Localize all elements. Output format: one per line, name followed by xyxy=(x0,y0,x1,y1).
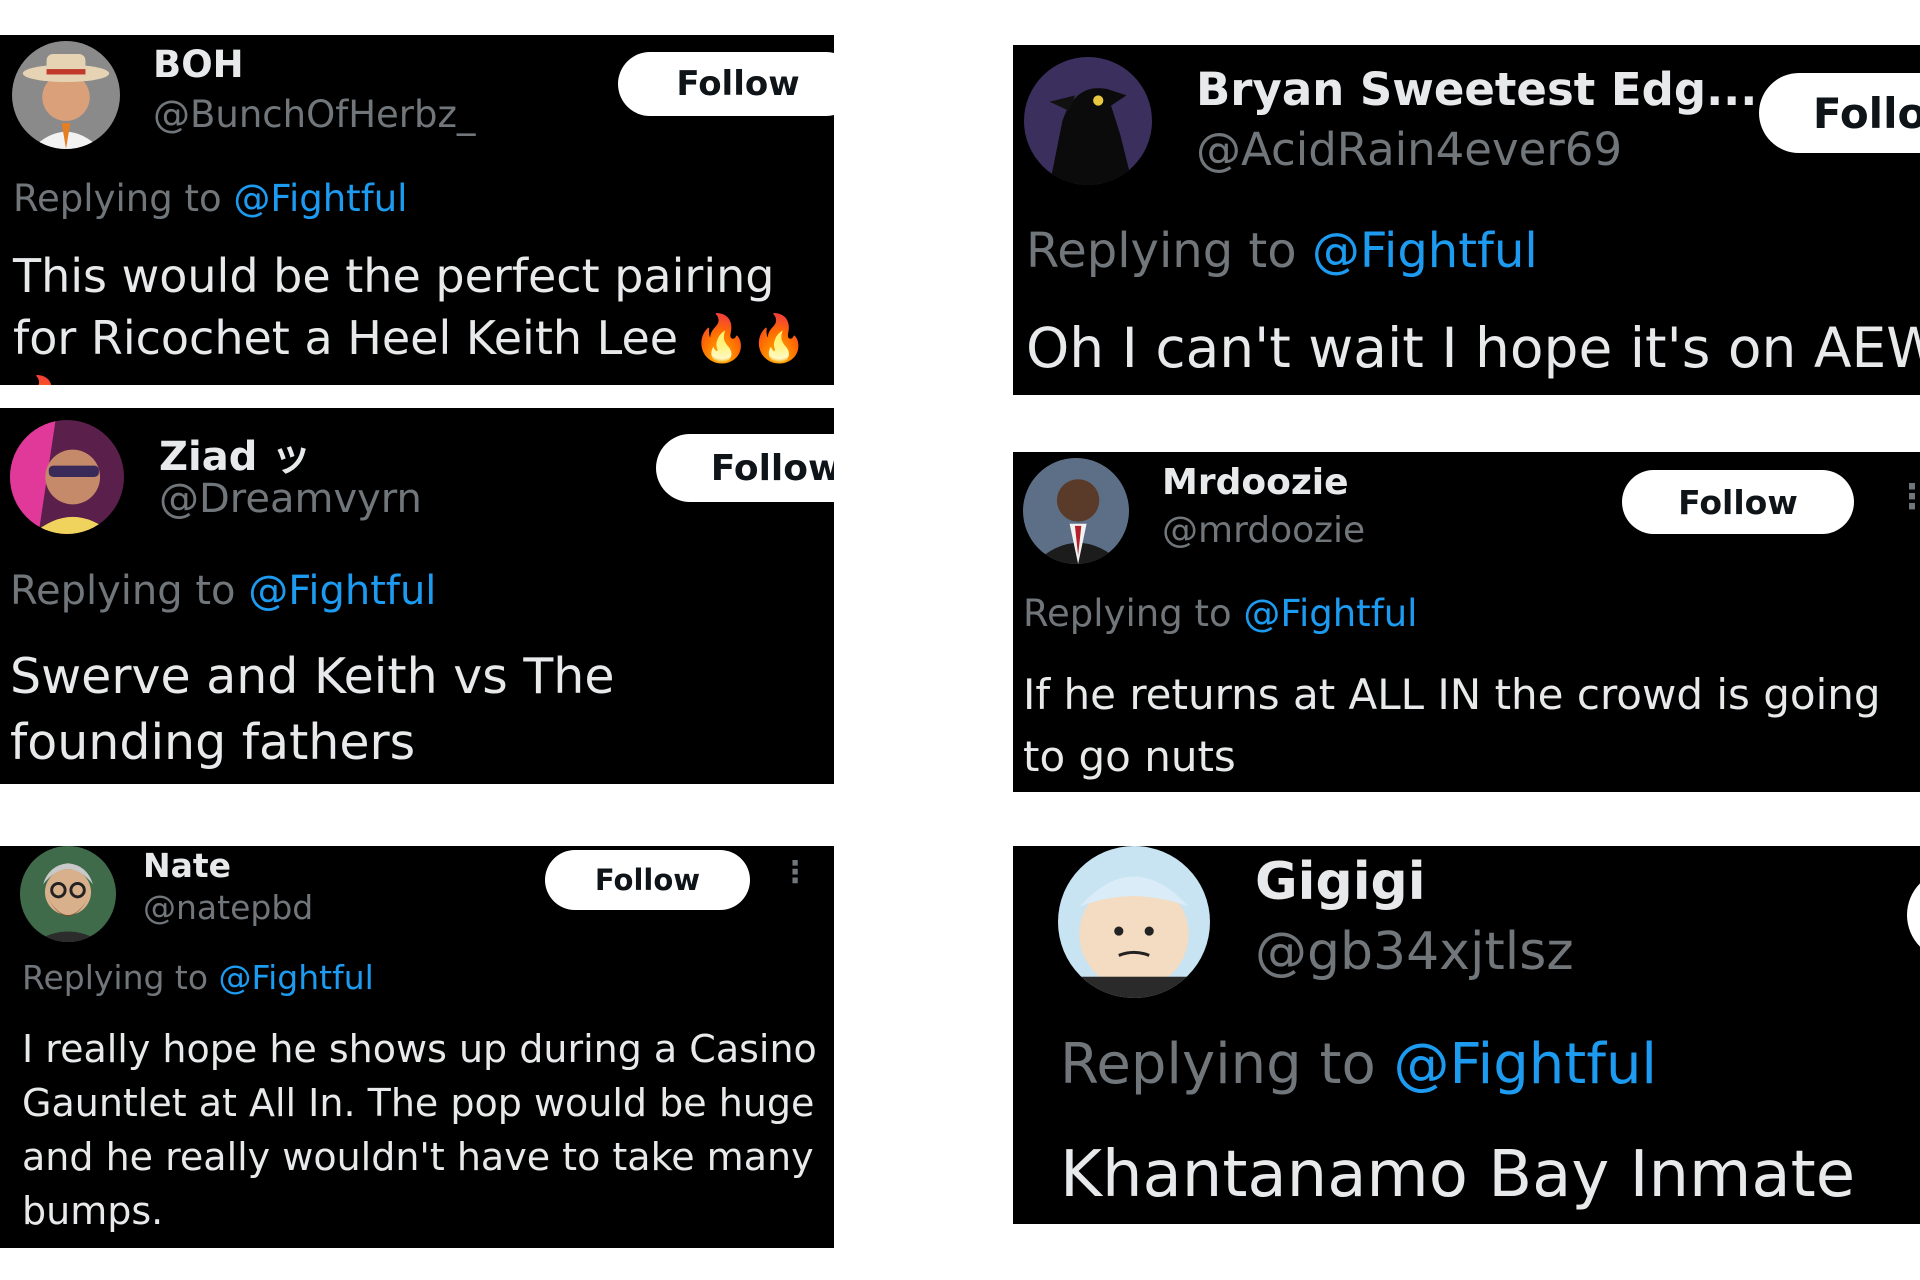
reply-text: Oh I can't wait I hope it's on AEW xyxy=(1026,316,1920,380)
person-pink-sunglasses-avatar[interactable] xyxy=(10,420,124,534)
black-bird-avatar[interactable] xyxy=(1024,57,1152,185)
replying-to-line: Replying to @Fightful xyxy=(1023,592,1417,635)
user-handle[interactable]: @natepbd xyxy=(143,888,313,927)
more-options-icon[interactable]: ⋮ xyxy=(780,858,810,888)
display-name[interactable]: BOH xyxy=(153,43,244,86)
user-handle[interactable]: @AcidRain4ever69 xyxy=(1196,123,1622,176)
reply-card: BOH @BunchOfHerbz_ Follow Replying to @F… xyxy=(0,35,834,385)
replying-to-label: Replying to xyxy=(1060,1032,1376,1097)
display-name[interactable]: Gigigi xyxy=(1255,852,1426,912)
more-options-icon[interactable]: ⋮ xyxy=(1895,480,1920,514)
replying-to-label: Replying to xyxy=(22,958,209,997)
replying-to-line: Replying to @Fightful xyxy=(22,958,374,997)
user-handle[interactable]: @mrdoozie xyxy=(1162,510,1365,551)
reply-text: Khantanamo Bay Inmate xyxy=(1060,1138,1856,1212)
follow-button[interactable]: Follow xyxy=(656,434,834,502)
reply-card: Ziad ッ @Dreamvyrn Follow Replying to @Fi… xyxy=(0,408,834,784)
display-name[interactable]: Mrdoozie xyxy=(1162,462,1349,503)
user-handle[interactable]: @Dreamvyrn xyxy=(159,476,422,522)
cartoon-face-avatar[interactable] xyxy=(1058,846,1210,998)
mention-link[interactable]: @Fightful xyxy=(248,568,436,614)
replying-to-line: Replying to @Fightful xyxy=(13,177,407,220)
reply-text: This would be the perfect pairing for Ri… xyxy=(13,245,833,385)
reply-text: If he returns at ALL IN the crowd is goi… xyxy=(1023,670,1881,781)
follow-button[interactable]: Follow xyxy=(1622,470,1854,534)
replying-to-label: Replying to xyxy=(1026,223,1297,279)
reply-text: I really hope he shows up during a Casin… xyxy=(22,1027,817,1233)
man-in-suit-avatar[interactable] xyxy=(1023,458,1129,564)
follow-button[interactable]: Follow xyxy=(1759,73,1920,153)
replying-to-label: Replying to xyxy=(13,177,222,220)
display-name[interactable]: Nate xyxy=(143,846,231,885)
follow-button[interactable]: Follow xyxy=(545,850,750,910)
replying-to-label: Replying to xyxy=(10,568,236,614)
mention-link[interactable]: @Fightful xyxy=(1312,223,1538,279)
mention-link[interactable]: @Fightful xyxy=(233,177,407,220)
replying-to-line: Replying to @Fightful xyxy=(10,568,436,614)
reply-card: Mrdoozie @mrdoozie Follow ⋮ Replying to … xyxy=(1013,452,1920,792)
display-name[interactable]: Bryan Sweetest Edg... xyxy=(1196,63,1757,116)
follow-button[interactable] xyxy=(1907,870,1920,960)
replying-to-line: Replying to @Fightful xyxy=(1026,223,1538,279)
user-handle[interactable]: @gb34xjtlsz xyxy=(1255,922,1574,982)
reply-card: Bryan Sweetest Edg... @AcidRain4ever69 F… xyxy=(1013,45,1920,395)
user-handle[interactable]: @BunchOfHerbz_ xyxy=(153,93,475,136)
replying-to-line: Replying to @Fightful xyxy=(1060,1032,1657,1097)
mention-link[interactable]: @Fightful xyxy=(1394,1032,1657,1097)
replying-to-label: Replying to xyxy=(1023,592,1232,635)
man-in-hat-avatar[interactable] xyxy=(12,41,120,149)
display-name[interactable]: Ziad ッ xyxy=(159,424,311,482)
mention-link[interactable]: @Fightful xyxy=(219,958,374,997)
bearded-man-glasses-avatar[interactable] xyxy=(20,846,116,942)
mention-link[interactable]: @Fightful xyxy=(1243,592,1417,635)
reply-text: Swerve and Keith vs The founding fathers xyxy=(10,648,615,771)
reply-card: Gigigi @gb34xjtlsz Replying to @Fightful… xyxy=(1013,846,1920,1224)
reply-body: This would be the perfect pairing for Ri… xyxy=(13,249,775,365)
follow-button[interactable]: Follow xyxy=(618,52,834,116)
reply-card: Nate @natepbd Follow ⋮ Replying to @Figh… xyxy=(0,846,834,1248)
